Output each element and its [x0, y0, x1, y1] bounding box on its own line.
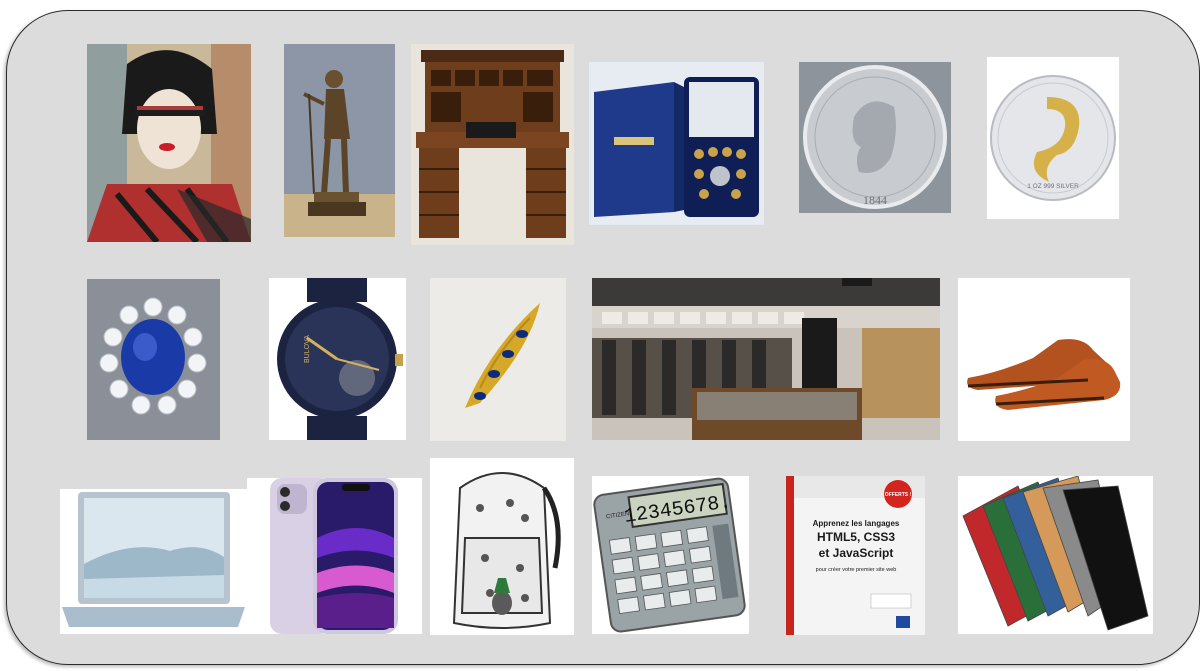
coin-year-text: 1844: [863, 193, 887, 207]
book-title-line3: et JavaScript: [819, 546, 894, 560]
shoes-image: [958, 278, 1130, 441]
dragon-coin-image: 1 OZ 999 SILVER: [987, 57, 1119, 219]
silver-coin-image: 1844: [799, 62, 951, 213]
notebooks-image: [958, 476, 1153, 634]
calculator-image: 12345678. CITIZEN: [592, 476, 749, 634]
book-badge-text: OFFERTS !: [885, 492, 912, 498]
clothing-store-image: [592, 278, 940, 440]
antique-desk-image: [411, 44, 574, 245]
coin-set-image: [589, 62, 764, 225]
smartphone-image: [247, 478, 422, 634]
book-image: OFFERTS ! Apprenez les langages HTML5, C…: [786, 476, 925, 635]
book-title-line2: HTML5, CSS3: [817, 530, 895, 544]
watch-image: BULOVA: [269, 278, 406, 440]
sapphire-ring-image: [87, 279, 220, 440]
watch-brand-text: BULOVA: [304, 335, 311, 363]
coin-caption-text: 1 OZ 999 SILVER: [1027, 183, 1079, 190]
bronze-statuette-image: [284, 44, 395, 237]
portrait-art-image: [87, 44, 251, 242]
brooch-image: [430, 278, 566, 441]
laptop-image: [60, 489, 247, 634]
book-title-line1: Apprenez les langages: [813, 519, 900, 528]
backpack-image: [430, 458, 574, 635]
book-subtitle: pour créer votre premier site web: [816, 567, 897, 573]
